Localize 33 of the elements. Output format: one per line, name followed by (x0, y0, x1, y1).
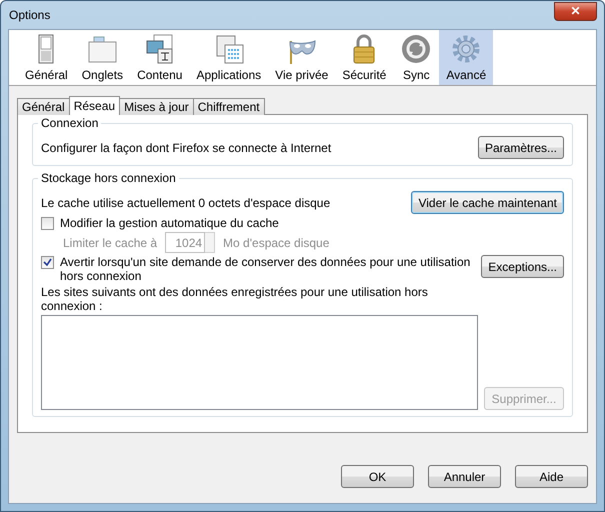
sync-icon (400, 33, 432, 65)
sites-list[interactable] (41, 315, 478, 410)
settings-button[interactable]: Paramètres... (478, 136, 564, 159)
clear-cache-button[interactable]: Vider le cache maintenant (411, 191, 564, 214)
gear-icon (450, 33, 482, 65)
cache-usage-text: Le cache utilise actuellement 0 octets d'espace disque (41, 196, 330, 210)
toolbar-item[interactable]: Vie privée (268, 30, 336, 85)
toolbar-item[interactable]: Sécurité (335, 30, 394, 85)
checkmark-icon (43, 258, 52, 267)
toolbar-item[interactable]: Applications (189, 30, 268, 85)
tab[interactable]: Chiffrement (192, 98, 265, 115)
toolbar-item[interactable]: Contenu (130, 30, 190, 85)
toolbar-item[interactable]: Général (18, 30, 75, 85)
sites-label: Les sites suivants ont des données enregistrées pour une utilisation hors connexion : (41, 285, 429, 313)
group-title: Connexion (38, 116, 102, 130)
unit-label: Mo d'espace disque (223, 236, 330, 250)
dialog-button[interactable]: OK (341, 465, 414, 488)
connection-text: Configurer la façon dont Firefox se connecte à Internet (41, 140, 332, 154)
limit-label: Limiter le cache à (63, 236, 158, 250)
tab[interactable]: Général (17, 98, 70, 115)
override-checkbox[interactable]: Modifier la gestion automatique du cache (41, 216, 564, 230)
warn-checkbox[interactable]: Avertir lorsqu'un site demande de conserver des données pour une utilisation hors connexion (41, 255, 471, 283)
tab[interactable]: Réseau (68, 96, 120, 115)
close-button[interactable]: ✕ (554, 2, 597, 20)
dialog-button[interactable]: Annuler (428, 465, 501, 488)
toolbar-item[interactable]: Onglets (74, 30, 130, 85)
window-title: Options (8, 8, 50, 22)
group-title: Stockage hors connexion (38, 171, 179, 185)
dialog-button[interactable]: Aide (515, 465, 588, 488)
tab[interactable]: Mises à jour (119, 98, 194, 115)
toolbar-item[interactable]: Avancé (439, 30, 494, 85)
exceptions-button[interactable]: Exceptions... (481, 255, 564, 278)
toolbar-item[interactable]: Sync (393, 30, 440, 85)
